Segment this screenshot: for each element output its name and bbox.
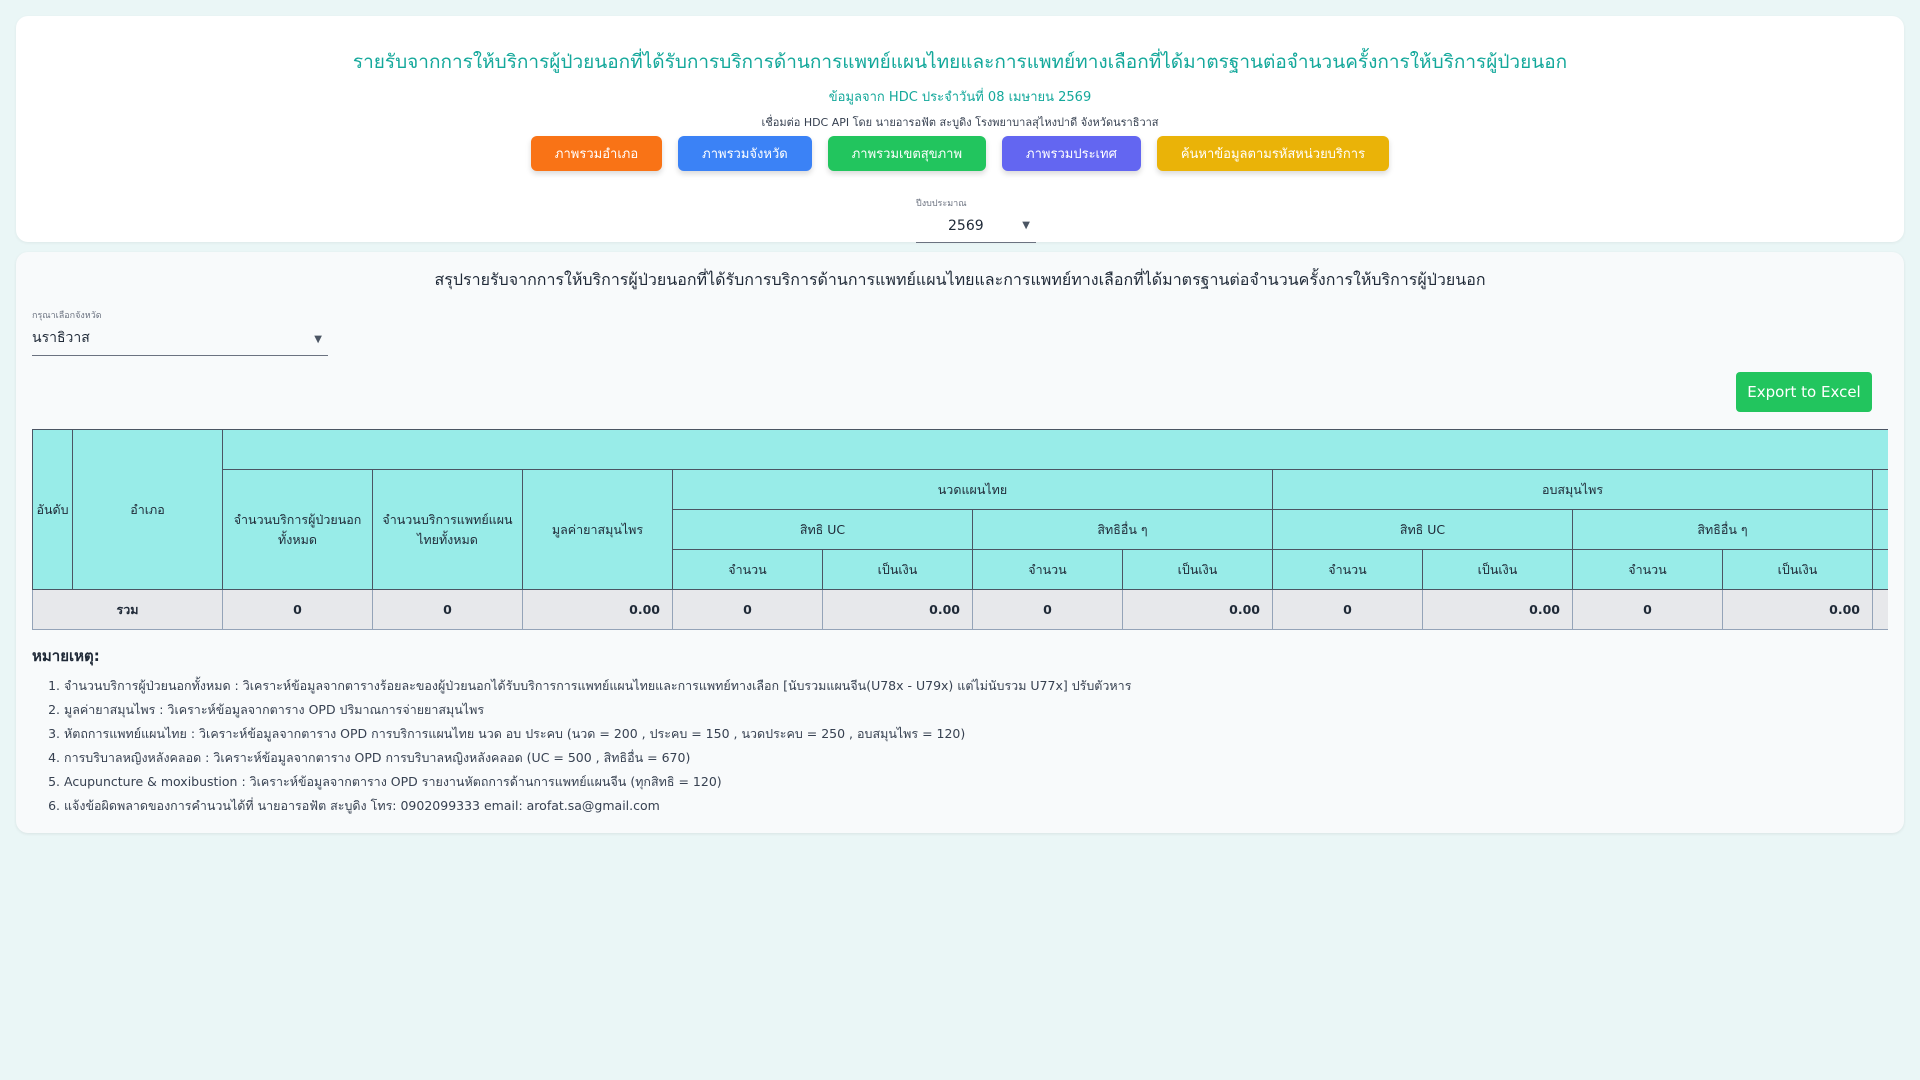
- region-overview-button[interactable]: ภาพรวมเขตสุขภาพ: [827, 136, 987, 171]
- note-item: แจ้งข้อผิดพลาดของการคำนวนได้ที่ นายอารอฟ…: [64, 796, 1131, 820]
- amphoe-overview-button[interactable]: ภาพรวมอำเภอ: [530, 136, 663, 171]
- total-next: [1871, 589, 1888, 630]
- header-money: เป็นเงิน: [1722, 549, 1873, 590]
- year-label: ปีงบประมาณ: [916, 199, 967, 209]
- header-count: จำนวน: [972, 549, 1123, 590]
- year-value: 2569: [948, 218, 984, 234]
- header-uc: สิทธิ UC: [672, 509, 973, 550]
- credit-text: เชื่อมต่อ HDC API โดย นายอารอฟัต สะบูดิง…: [761, 116, 1159, 129]
- note-item: จำนวนบริการผู้ป่วยนอกทั้งหมด : วิเคราะห์…: [64, 676, 1131, 700]
- header-money: เป็นเงิน: [822, 549, 973, 590]
- header-ttm-total: จำนวนบริการแพทย์แผนไทยทั้งหมด: [372, 469, 523, 590]
- chevron-down-icon: ▼: [314, 334, 322, 345]
- note-item: มูลค่ายาสมุนไพร : วิเคราะห์ข้อมูลจากตารา…: [64, 700, 1131, 724]
- note-item: หัตถการแพทย์แผนไทย : วิเคราะห์ข้อมูลจากต…: [64, 724, 1131, 748]
- total-steam-uc-count: 0: [1272, 589, 1423, 630]
- total-ttm: 0: [372, 589, 523, 630]
- note-item: การบริบาลหญิงหลังคลอด : วิเคราะห์ข้อมูลจ…: [64, 748, 1131, 772]
- header-next-leaf: [1871, 549, 1888, 590]
- table-scroll[interactable]: อันดับ อำเภอ จำนวนบริการผู้ป่วยนอกทั้งหม…: [32, 429, 1888, 630]
- header-herb-value: มูลค่ายาสมุนไพร: [522, 469, 673, 590]
- country-overview-button[interactable]: ภาพรวมประเทศ: [1002, 136, 1141, 171]
- header-thai-massage: นวดแผนไทย: [672, 469, 1273, 510]
- year-select[interactable]: 2569 ▼: [916, 213, 1036, 243]
- summary-title: สรุปรายรับจากการให้บริการผู้ป่วยนอกที่ได…: [434, 270, 1486, 289]
- note-item: Acupuncture & moxibustion : วิเคราะห์ข้อ…: [64, 772, 1131, 796]
- total-row: รวม 0 0 0.00 0 0.00 0 0.00 0 0.00 0 0.00: [32, 589, 1888, 630]
- header-other: สิทธิอื่น ๆ: [1572, 509, 1873, 550]
- data-date: ข้อมูลจาก HDC ประจำวันที่ 08 เมษายน 2569: [828, 90, 1092, 105]
- total-massage-other-count: 0: [972, 589, 1123, 630]
- search-hospcode-button[interactable]: ค้นหาข้อมูลตามรหัสหน่วยบริการ: [1156, 136, 1390, 171]
- header-rank: อันดับ: [32, 429, 73, 590]
- header-next-group: [1871, 469, 1888, 510]
- header-uc: สิทธิ UC: [1272, 509, 1573, 550]
- header-group-top: [221, 429, 1888, 470]
- total-label: รวม: [32, 589, 223, 630]
- export-excel-button[interactable]: Export to Excel: [1736, 372, 1872, 412]
- header-opd-total: จำนวนบริการผู้ป่วยนอกทั้งหมด: [222, 469, 373, 590]
- header-card: รายรับจากการให้บริการผู้ป่วยนอกที่ได้รับ…: [16, 16, 1904, 243]
- header-herbal-steam: อบสมุนไพร: [1272, 469, 1873, 510]
- summary-card: สรุปรายรับจากการให้บริการผู้ป่วยนอกที่ได…: [16, 252, 1904, 833]
- total-steam-other-count: 0: [1572, 589, 1723, 630]
- province-select[interactable]: นราธิวาส ▼: [32, 325, 328, 356]
- total-massage-uc-count: 0: [672, 589, 823, 630]
- header-amphoe: อำเภอ: [72, 429, 223, 590]
- summary-table: อันดับ อำเภอ จำนวนบริการผู้ป่วยนอกทั้งหม…: [32, 429, 1888, 630]
- province-label: กรุณาเลือกจังหวัด: [32, 311, 102, 321]
- header-money: เป็นเงิน: [1122, 549, 1273, 590]
- notes-heading: หมายเหตุ:: [32, 647, 100, 665]
- header-count: จำนวน: [1572, 549, 1723, 590]
- province-overview-button[interactable]: ภาพรวมจังหวัด: [678, 136, 812, 171]
- total-opd: 0: [222, 589, 373, 630]
- total-massage-other-money: 0.00: [1122, 589, 1273, 630]
- total-steam-other-money: 0.00: [1722, 589, 1873, 630]
- header-other: สิทธิอื่น ๆ: [972, 509, 1273, 550]
- nav-buttons: ภาพรวมอำเภอ ภาพรวมจังหวัด ภาพรวมเขตสุขภา…: [16, 136, 1904, 171]
- chevron-down-icon: ▼: [1022, 220, 1030, 231]
- header-money: เป็นเงิน: [1422, 549, 1573, 590]
- page-title: รายรับจากการให้บริการผู้ป่วยนอกที่ได้รับ…: [352, 51, 1568, 73]
- header-count: จำนวน: [1272, 549, 1423, 590]
- header-next-sub: [1871, 509, 1888, 550]
- header-count: จำนวน: [672, 549, 823, 590]
- total-steam-uc-money: 0.00: [1422, 589, 1573, 630]
- province-value: นราธิวาส: [32, 330, 90, 346]
- notes: หมายเหตุ: จำนวนบริการผู้ป่วยนอกทั้งหมด :…: [32, 644, 1131, 820]
- total-massage-uc-money: 0.00: [822, 589, 973, 630]
- total-herb: 0.00: [522, 589, 673, 630]
